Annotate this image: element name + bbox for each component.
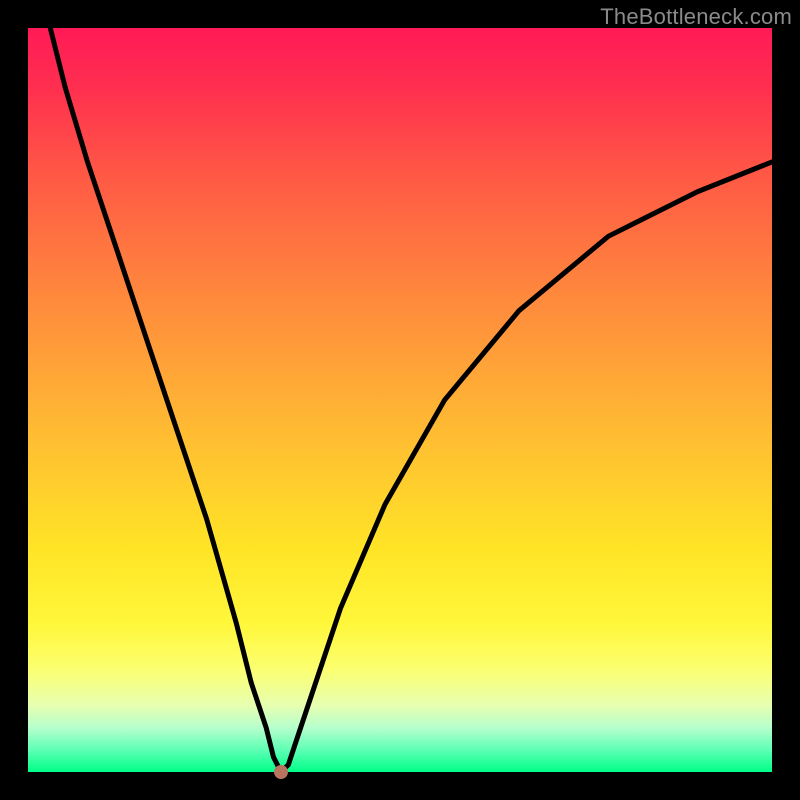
watermark-text: TheBottleneck.com — [600, 4, 792, 30]
optimum-marker — [274, 765, 288, 779]
plot-area — [28, 28, 772, 772]
chart-frame: TheBottleneck.com — [0, 0, 800, 800]
bottleneck-curve — [28, 28, 772, 772]
